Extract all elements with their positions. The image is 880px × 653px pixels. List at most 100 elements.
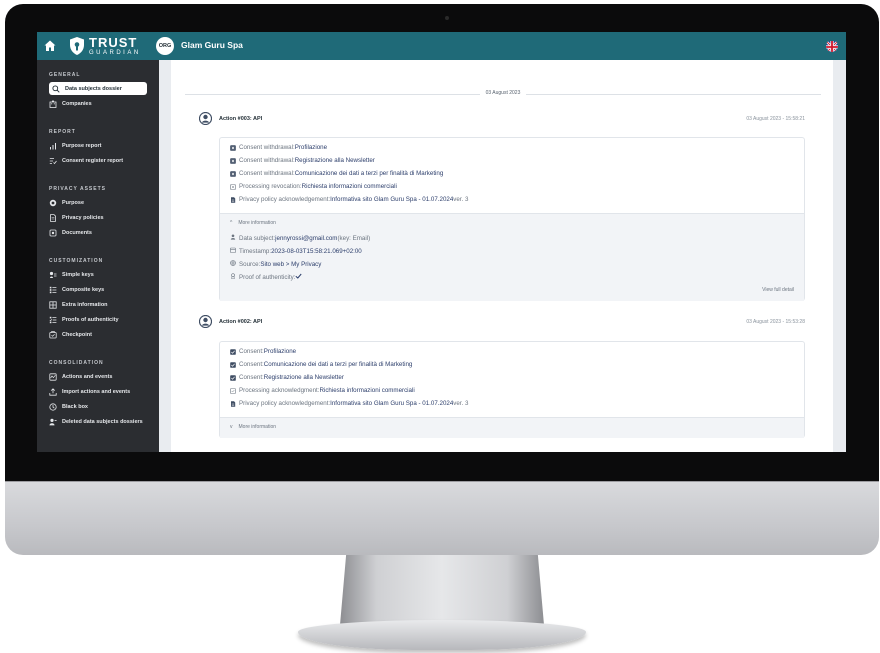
more-information-toggle[interactable]: v More information	[230, 424, 276, 430]
sidebar-item-extra-information[interactable]: Extra information	[49, 298, 147, 311]
sidebar-item-deleted-data-subjects-dossiers[interactable]: Deleted data subjects dossiers	[49, 415, 147, 428]
grid-icon	[49, 300, 57, 309]
more-information-panel: v More information	[220, 417, 804, 438]
sidebar-item-composite-keys[interactable]: Composite keys	[49, 283, 147, 296]
event-suffix: ver. 3	[453, 196, 469, 203]
sidebar-item-import-actions-and-events[interactable]: Import actions and events	[49, 385, 147, 398]
sidebar-item-label: Composite keys	[62, 286, 105, 293]
chevron-up-icon: ^	[230, 220, 233, 226]
list-check-icon	[49, 316, 57, 324]
action-card: Consent withdrawal: Profilazione Consent…	[219, 137, 805, 301]
target-icon	[49, 199, 57, 207]
event-value[interactable]: Informativa sito Glam Guru Spa - 01.07.2…	[330, 196, 453, 203]
sidebar-item-purpose[interactable]: Purpose	[49, 196, 147, 209]
event-label: Processing acknowledgment:	[239, 387, 320, 394]
date-separator-label: 03 August 2023	[479, 90, 527, 96]
shield-icon	[70, 37, 84, 55]
bar-chart-icon	[49, 142, 57, 150]
event-value[interactable]: Profilazione	[264, 348, 296, 355]
event-label: Privacy policy acknowledgement:	[239, 196, 331, 203]
file-icon	[230, 196, 236, 203]
calendar-icon	[230, 247, 236, 255]
event-value[interactable]: Informativa sito Glam Guru Spa - 01.07.2…	[330, 400, 453, 407]
more-information-label: More information	[238, 220, 276, 226]
user-avatar-icon	[199, 112, 212, 125]
logo-title: TRUST	[89, 35, 138, 50]
file-icon	[230, 400, 236, 407]
trust-guardian-logo[interactable]: TRUST GUARDIAN	[69, 35, 141, 57]
sidebar-item-label: Simple keys	[62, 271, 94, 278]
event-value[interactable]: Richiesta informazioni commerciali	[319, 387, 414, 394]
sidebar-item-checkpoint[interactable]: Checkpoint	[49, 328, 147, 341]
sidebar: GENERAL Data subjects dossier Companies …	[37, 60, 159, 452]
sidebar-item-label: Purpose report	[62, 142, 102, 149]
event-value[interactable]: Richiesta informazioni commerciali	[302, 183, 397, 190]
event-label: Consent:	[239, 361, 264, 368]
sidebar-item-privacy-policies[interactable]: Privacy policies	[49, 211, 147, 224]
upload-icon	[49, 387, 57, 396]
building-icon	[49, 100, 57, 108]
more-information-toggle[interactable]: ^ More information	[230, 220, 276, 226]
detail-source: Source: Sito web > My Privacy	[230, 260, 321, 268]
sidebar-item-consent-register-report[interactable]: Consent register report	[49, 154, 147, 167]
event-row: Consent: Registrazione alla Newsletter	[230, 374, 344, 381]
certificate-icon	[230, 273, 236, 281]
chevron-down-icon: v	[230, 424, 233, 430]
event-label: Consent withdrawal:	[239, 144, 295, 151]
square-outline-icon	[230, 387, 236, 394]
event-label: Consent withdrawal:	[239, 157, 295, 164]
home-icon[interactable]	[43, 39, 57, 53]
square-check-icon	[230, 374, 236, 381]
event-label: Processing revocation:	[239, 183, 302, 190]
event-value[interactable]: Registrazione alla Newsletter	[295, 157, 375, 164]
sidebar-item-label: Checkpoint	[62, 331, 92, 338]
source-value: Sito web > My Privacy	[260, 260, 322, 268]
sidebar-item-simple-keys[interactable]: Simple keys	[49, 268, 147, 281]
sidebar-section-report: REPORT	[49, 129, 76, 135]
sidebar-section-customization: CUSTOMIZATION	[49, 258, 104, 264]
sidebar-item-label: Data subjects dossier	[65, 85, 122, 92]
org-badge[interactable]: ORG	[156, 37, 174, 55]
uk-flag-icon[interactable]	[826, 40, 838, 52]
square-outline-icon	[230, 183, 236, 190]
event-label: Consent withdrawal:	[239, 170, 295, 177]
event-suffix: ver. 3	[453, 400, 469, 407]
event-label: Consent:	[239, 374, 264, 381]
event-value[interactable]: Registrazione alla Newsletter	[264, 374, 344, 381]
sidebar-item-black-box[interactable]: Black box	[49, 400, 147, 413]
org-name[interactable]: Glam Guru Spa	[181, 40, 243, 50]
monitor-stand-neck	[340, 555, 544, 625]
more-information-label: More information	[238, 424, 277, 430]
globe-icon	[230, 260, 236, 268]
event-row: Processing acknowledgment: Richiesta inf…	[230, 387, 415, 394]
detail-proof: Proof of authenticity:	[230, 273, 303, 281]
detail-label: Proof of authenticity:	[239, 273, 296, 281]
action-title: Action #002: API	[219, 319, 263, 325]
sidebar-item-label: Consent register report	[62, 157, 124, 164]
event-row: Consent withdrawal: Registrazione alla N…	[230, 157, 375, 164]
square-x-icon	[230, 144, 236, 151]
sidebar-item-proofs-of-authenticity[interactable]: Proofs of authenticity	[49, 313, 147, 326]
monitor-chin	[5, 481, 879, 555]
key-icon	[49, 271, 57, 279]
event-row: Consent withdrawal: Profilazione	[230, 144, 327, 151]
folder-icon	[49, 229, 57, 237]
sidebar-item-label: Documents	[62, 229, 92, 236]
document-icon	[49, 213, 57, 222]
sidebar-item-companies[interactable]: Companies	[49, 97, 147, 110]
app-screen: TRUST GUARDIAN ORG Glam Guru Spa GENERAL…	[37, 32, 846, 452]
event-value[interactable]: Comunicazione dei dati a terzi per final…	[295, 170, 444, 177]
sidebar-item-data-subjects-dossier[interactable]: Data subjects dossier	[49, 82, 147, 95]
data-subject-link[interactable]: jennyrossi@gmail.com	[275, 235, 337, 242]
sidebar-item-purpose-report[interactable]: Purpose report	[49, 139, 147, 152]
event-value[interactable]: Profilazione	[295, 144, 327, 151]
user-remove-icon	[49, 418, 57, 426]
view-full-detail-link[interactable]: View full detail	[762, 287, 794, 293]
sidebar-item-label: Companies	[62, 100, 92, 107]
sidebar-item-label: Black box	[62, 403, 88, 410]
sidebar-item-documents[interactable]: Documents	[49, 226, 147, 239]
sidebar-item-actions-and-events[interactable]: Actions and events	[49, 370, 147, 383]
main-content[interactable]: 03 August 2023 Action #003: API 03 Augus…	[171, 60, 833, 452]
event-value[interactable]: Comunicazione dei dati a terzi per final…	[264, 361, 413, 368]
checkpoint-icon	[49, 330, 57, 339]
